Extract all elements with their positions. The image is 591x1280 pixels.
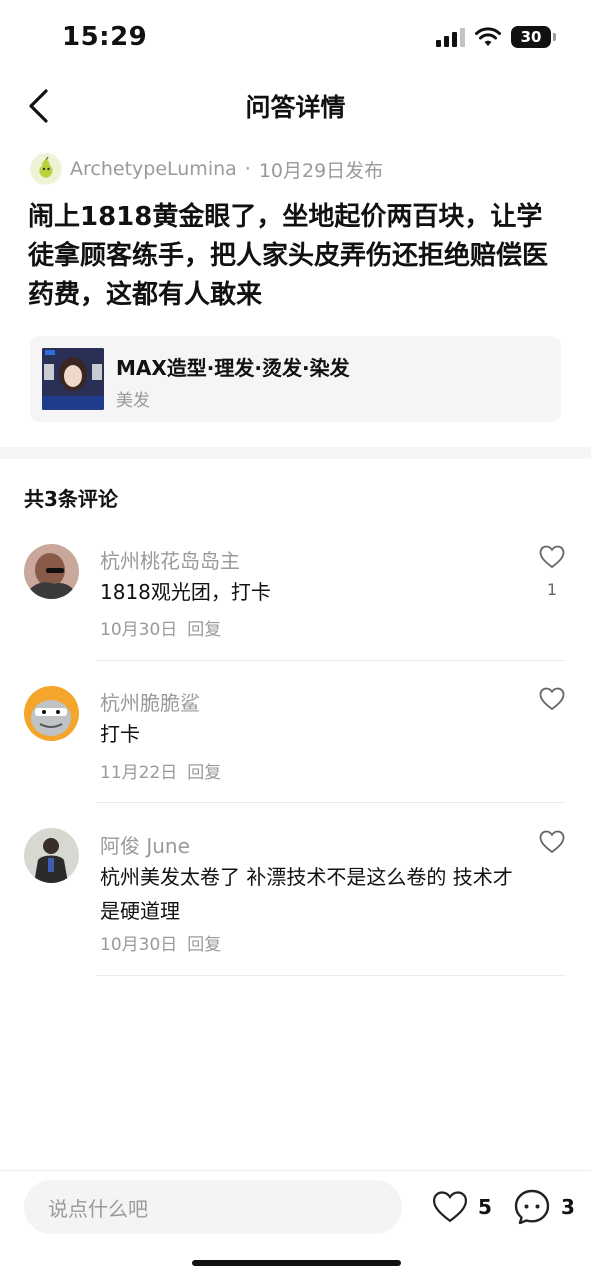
avatar-photo <box>24 828 79 883</box>
author-separator: · <box>244 158 251 180</box>
shop-category: 美发 <box>116 391 150 411</box>
reply-button[interactable]: 回复 <box>187 758 221 783</box>
avatar-photo <box>24 544 79 599</box>
reply-button[interactable]: 回复 <box>187 930 221 955</box>
comment-like-button[interactable] <box>537 828 567 856</box>
nav-bar: 问答详情 <box>0 78 591 134</box>
comment-date: 11月22日 <box>100 763 178 783</box>
comment-divider <box>96 660 566 661</box>
comment-input[interactable]: 说点什么吧 <box>24 1180 402 1234</box>
page-title: 问答详情 <box>245 93 346 122</box>
comment-like-button[interactable] <box>537 685 567 713</box>
post-author-row[interactable]: ArchetypeLumina · 10月29日发布 <box>30 152 383 186</box>
comment-text: 1818观光团，打卡 <box>100 580 271 604</box>
avatar-cartoon-shark <box>24 686 79 741</box>
author-avatar[interactable] <box>30 153 62 185</box>
post-comment-count: 3 <box>561 1195 575 1219</box>
comment-meta: 11月22日 回复 <box>100 758 221 783</box>
status-icons: 30 <box>436 26 556 48</box>
author-name[interactable]: ArchetypeLumina <box>70 158 237 180</box>
comment-meta: 10月30日 回复 <box>100 930 221 955</box>
comments-count-header: 共3条评论 <box>24 487 118 511</box>
comment-date: 10月30日 <box>100 935 178 955</box>
reply-button[interactable]: 回复 <box>187 615 221 640</box>
comment-text: 杭州美发太卷了 补漂技术不是这么卷的 技术才是硬道理 <box>100 865 513 923</box>
comment-like-button[interactable] <box>537 543 567 571</box>
wifi-icon <box>475 27 501 46</box>
status-time: 15:29 <box>62 22 148 52</box>
shop-thumbnail <box>42 348 104 410</box>
comment-bubble-icon <box>514 1189 550 1225</box>
comment-meta: 10月30日 回复 <box>100 615 221 640</box>
heart-icon <box>432 1191 468 1223</box>
post-like-count: 5 <box>478 1195 492 1219</box>
post-like-button[interactable]: 5 <box>432 1188 492 1226</box>
commenter-name[interactable]: 阿俊 June <box>100 830 190 859</box>
heart-icon <box>539 545 565 569</box>
bottom-bar-divider <box>0 1170 591 1171</box>
post-date: 10月29日发布 <box>258 159 384 182</box>
home-indicator[interactable] <box>192 1260 401 1266</box>
comment-like-count: 1 <box>546 580 558 599</box>
heart-icon <box>539 687 565 711</box>
post-title: 闹上1818黄金眼了，坐地起价两百块，让学徒拿顾客练手，把人家头皮弄伤还拒绝赔偿… <box>28 202 549 310</box>
salon-poster-image <box>42 348 104 410</box>
post-comment-button[interactable]: 3 <box>513 1188 575 1226</box>
heart-icon <box>539 830 565 854</box>
comment-divider <box>96 802 566 803</box>
battery-icon: 30 <box>511 26 556 48</box>
comment-divider <box>96 975 566 976</box>
status-bar: 15:29 30 <box>0 0 591 78</box>
commenter-avatar[interactable] <box>24 828 79 883</box>
commenter-avatar[interactable] <box>24 686 79 741</box>
section-divider <box>0 447 591 459</box>
commenter-name[interactable]: 杭州桃花岛岛主 <box>100 545 240 574</box>
pear-avatar-icon <box>31 154 61 184</box>
comment-date: 10月30日 <box>100 620 178 640</box>
shop-card[interactable]: MAX造型·理发·烫发·染发 美发 <box>30 336 561 422</box>
comment-text: 打卡 <box>100 722 140 746</box>
commenter-avatar[interactable] <box>24 544 79 599</box>
commenter-name[interactable]: 杭州脆脆鲨 <box>100 687 200 716</box>
cellular-signal-icon <box>436 27 465 47</box>
shop-name[interactable]: MAX造型·理发·烫发·染发 <box>116 352 350 381</box>
